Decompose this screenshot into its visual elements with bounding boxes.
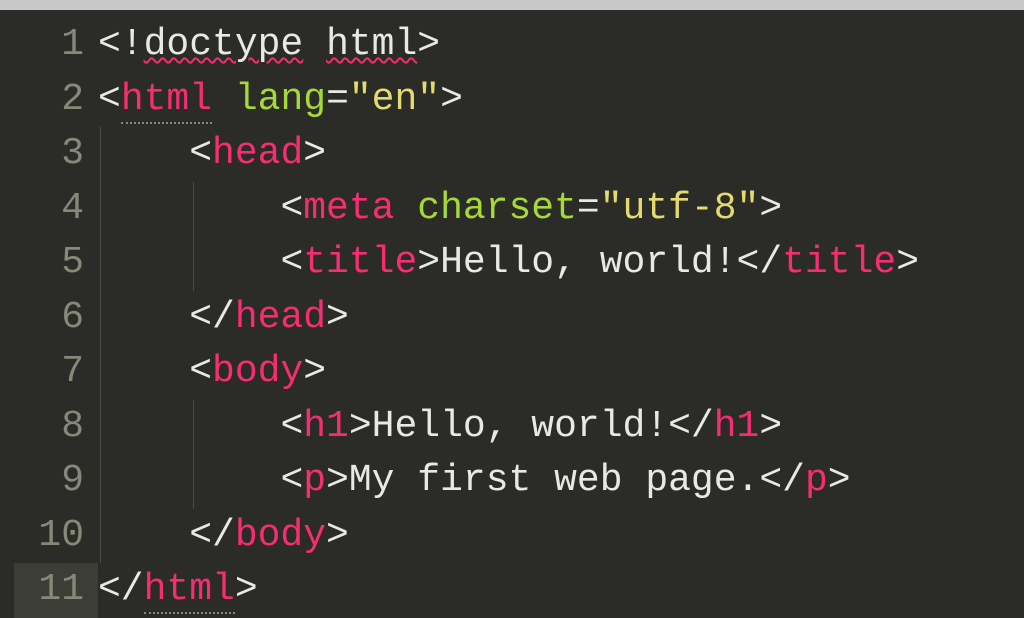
tag-title-close: title [782,241,896,284]
doctype-html: html [326,23,417,66]
line-number: 3 [61,127,84,182]
tag-meta: meta [303,187,394,230]
punctuation: < [280,459,303,502]
punctuation: </ [98,568,144,611]
tag-body-close: body [235,514,326,557]
code-content[interactable]: <!doctype html> <html lang="en"> <head> … [98,18,1024,618]
punctuation: > [896,241,919,284]
punctuation: < [280,241,303,284]
punctuation: < [98,78,121,121]
line-number: 10 [38,509,84,564]
punctuation: > [326,296,349,339]
punctuation: < [280,405,303,448]
attr-charset: charset [394,187,576,230]
code-line[interactable]: <body> [98,345,1024,400]
text-hello-world-h1: Hello, world! [372,405,668,448]
punctuation: > [326,514,349,557]
punctuation: <! [98,23,144,66]
tag-h1-close: h1 [714,405,760,448]
line-number: 9 [61,454,84,509]
string-utf8: "utf-8" [600,187,760,230]
code-line[interactable]: <html lang="en"> [98,73,1024,128]
punctuation: < [280,187,303,230]
punctuation: </ [759,459,805,502]
punctuation: > [417,23,440,66]
attr-lang: lang [212,78,326,121]
line-number: 5 [61,236,84,291]
tag-html: html [121,78,212,124]
tag-head: head [212,132,303,175]
code-editor[interactable]: 1 2 3 4 5 6 7 8 9 10 11 <!doctype html> … [0,10,1024,618]
punctuation: > [828,459,851,502]
punctuation: > [303,132,326,175]
code-line[interactable]: <meta charset="utf-8"> [98,182,1024,237]
punctuation: < [189,132,212,175]
window-top-bar [0,0,1024,10]
code-line[interactable]: <!doctype html> [98,18,1024,73]
tag-body: body [212,350,303,393]
text-hello-world: Hello, world! [440,241,736,284]
punctuation: > [417,241,440,284]
punctuation: > [440,78,463,121]
punctuation: > [235,568,258,611]
tag-p: p [303,459,326,502]
tag-head-close: head [235,296,326,339]
punctuation: = [326,78,349,121]
punctuation: > [303,350,326,393]
punctuation: > [759,187,782,230]
code-line[interactable]: <p>My first web page.</p> [98,454,1024,509]
code-line[interactable]: <h1>Hello, world!</h1> [98,400,1024,455]
line-number: 4 [61,182,84,237]
code-line[interactable]: <title>Hello, world!</title> [98,236,1024,291]
tag-h1: h1 [303,405,349,448]
line-number: 7 [61,345,84,400]
punctuation: </ [668,405,714,448]
code-line[interactable]: </head> [98,291,1024,346]
punctuation: > [759,405,782,448]
tag-p-close: p [805,459,828,502]
line-number: 1 [61,18,84,73]
punctuation: < [189,350,212,393]
punctuation: = [577,187,600,230]
doctype-keyword: doctype [144,23,304,66]
line-number: 2 [61,73,84,128]
line-number: 8 [61,400,84,455]
line-number: 6 [61,291,84,346]
punctuation: > [349,405,372,448]
text-first-page: My first web page. [349,459,759,502]
code-line[interactable]: </html> [98,563,1024,618]
punctuation: </ [189,296,235,339]
code-line[interactable]: <head> [98,127,1024,182]
line-number-gutter: 1 2 3 4 5 6 7 8 9 10 11 [0,18,98,618]
tag-title: title [303,241,417,284]
punctuation: > [326,459,349,502]
punctuation: </ [189,514,235,557]
string-en: "en" [349,78,440,121]
code-line[interactable]: </body> [98,509,1024,564]
line-number-active: 11 [14,563,98,618]
tag-html-close: html [144,568,235,614]
punctuation: </ [737,241,783,284]
